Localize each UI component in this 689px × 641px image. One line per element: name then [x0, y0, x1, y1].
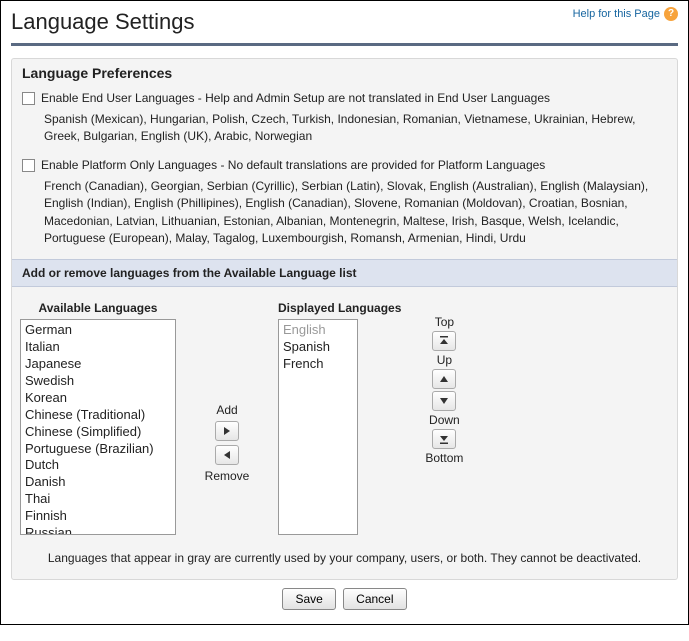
list-item[interactable]: Russian: [25, 525, 171, 535]
available-title: Available Languages: [20, 301, 176, 315]
add-label: Add: [216, 403, 237, 417]
arrow-top-icon: [439, 336, 449, 346]
down-label: Down: [429, 413, 460, 427]
list-item[interactable]: Danish: [25, 474, 171, 491]
end-user-label: Enable End User Languages - Help and Adm…: [41, 91, 550, 105]
arrow-bottom-icon: [439, 434, 449, 444]
platform-checkbox[interactable]: [22, 159, 35, 172]
list-item[interactable]: Swedish: [25, 373, 171, 390]
displayed-title: Displayed Languages: [278, 301, 401, 315]
displayed-listbox[interactable]: EnglishSpanishFrench: [278, 319, 358, 535]
arrow-left-icon: [222, 450, 232, 460]
bottom-label: Bottom: [425, 451, 463, 465]
top-label: Top: [435, 315, 454, 329]
arrow-down-icon: [439, 396, 449, 406]
end-user-checkbox[interactable]: [22, 92, 35, 105]
help-link-text: Help for this Page: [573, 8, 660, 20]
list-item[interactable]: Thai: [25, 491, 171, 508]
header-divider: [11, 43, 678, 46]
list-item[interactable]: French: [283, 356, 353, 373]
end-user-pref: Enable End User Languages - Help and Adm…: [12, 91, 677, 158]
list-item[interactable]: Chinese (Traditional): [25, 407, 171, 424]
platform-label: Enable Platform Only Languages - No defa…: [41, 158, 545, 172]
top-button[interactable]: [432, 331, 456, 351]
up-label: Up: [437, 353, 452, 367]
help-icon: ?: [664, 7, 678, 21]
list-item[interactable]: Korean: [25, 390, 171, 407]
save-button[interactable]: Save: [282, 588, 335, 610]
arrow-right-icon: [222, 426, 232, 436]
picker-bar-title: Add or remove languages from the Availab…: [12, 259, 677, 287]
end-user-list: Spanish (Mexican), Hungarian, Polish, Cz…: [44, 111, 667, 146]
remove-button[interactable]: [215, 445, 239, 465]
cancel-button[interactable]: Cancel: [343, 588, 406, 610]
list-item[interactable]: Italian: [25, 339, 171, 356]
add-button[interactable]: [215, 421, 239, 441]
bottom-button[interactable]: [432, 429, 456, 449]
gray-note: Languages that appear in gray are curren…: [12, 543, 677, 579]
list-item[interactable]: Portuguese (Brazilian): [25, 441, 171, 458]
list-item[interactable]: Japanese: [25, 356, 171, 373]
remove-label: Remove: [205, 469, 250, 483]
platform-pref: Enable Platform Only Languages - No defa…: [12, 158, 677, 260]
up-button[interactable]: [432, 369, 456, 389]
help-for-page-link[interactable]: Help for this Page ?: [573, 7, 678, 21]
platform-list: French (Canadian), Georgian, Serbian (Cy…: [44, 178, 667, 248]
arrow-up-icon: [439, 374, 449, 384]
list-item[interactable]: Finnish: [25, 508, 171, 525]
down-button[interactable]: [432, 391, 456, 411]
list-item[interactable]: Dutch: [25, 457, 171, 474]
preferences-title: Language Preferences: [12, 59, 677, 91]
list-item[interactable]: Chinese (Simplified): [25, 424, 171, 441]
list-item[interactable]: English: [283, 322, 353, 339]
preferences-panel: Language Preferences Enable End User Lan…: [11, 58, 678, 580]
page-title: Language Settings: [11, 9, 195, 35]
list-item[interactable]: Spanish: [283, 339, 353, 356]
list-item[interactable]: German: [25, 322, 171, 339]
available-listbox[interactable]: GermanItalianJapaneseSwedishKoreanChines…: [20, 319, 176, 535]
